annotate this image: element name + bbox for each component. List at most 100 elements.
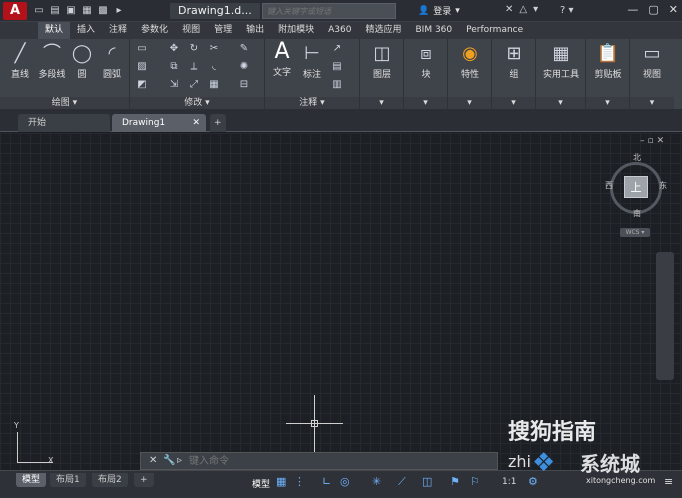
grid-icon[interactable]: ▦ — [276, 475, 286, 488]
markup-icon[interactable]: ▥ — [331, 79, 343, 91]
line-tool[interactable]: ╱ 直线 — [6, 43, 34, 80]
viewport-controls[interactable]: –▫✕ — [640, 136, 667, 146]
auto-scale-icon[interactable]: ⚐ — [470, 475, 480, 488]
offset-icon[interactable]: ⊟ — [238, 79, 250, 91]
draw-panel-title[interactable]: 绘图 ▾ — [0, 97, 129, 109]
tab-drawing1[interactable]: Drawing1 ✕ — [112, 114, 206, 132]
move-icon[interactable]: ✥ — [168, 43, 180, 55]
new-file-icon[interactable]: ▭ — [32, 4, 46, 17]
tab-parametric[interactable]: 参数化 — [134, 22, 175, 39]
erase-icon[interactable]: ✎ — [238, 43, 250, 55]
layers-tool[interactable]: ◫ 图层 — [364, 43, 400, 80]
layers-expand-icon[interactable]: ▾ — [360, 97, 403, 109]
properties-tool[interactable]: ◉ 特性 — [452, 43, 488, 80]
explode-icon[interactable]: ✺ — [238, 61, 250, 73]
view-panel[interactable]: ▭ 视图 ▾ — [630, 39, 674, 110]
save-icon[interactable]: ▣ — [64, 4, 78, 17]
clipboard-tool[interactable]: 📋 剪贴板 — [588, 43, 628, 80]
fillet-icon[interactable]: ◟ — [208, 61, 220, 73]
navigation-bar[interactable] — [656, 252, 674, 380]
stretch-icon[interactable]: ⇲ — [168, 79, 180, 91]
mirror-icon[interactable]: ⟂ — [188, 61, 200, 73]
tab-insert[interactable]: 插入 — [70, 22, 102, 39]
new-tab-button[interactable]: + — [210, 114, 226, 132]
rotate-icon[interactable]: ↻ — [188, 43, 200, 55]
open-folder-icon[interactable]: ▤ — [48, 4, 62, 17]
wcs-menu[interactable]: WCS ▾ — [620, 228, 650, 237]
tab-manage[interactable]: 管理 — [207, 22, 239, 39]
block-tool[interactable]: ⧈ 块 — [408, 43, 444, 80]
help-button[interactable]: ? ▾ — [560, 3, 586, 19]
dimension-tool[interactable]: ⊢ 标注 — [299, 43, 325, 80]
a360-icon[interactable]: △ — [519, 4, 527, 15]
transparency-icon[interactable]: ◫ — [422, 475, 432, 488]
customize-menu-icon[interactable]: ≡ — [664, 475, 673, 488]
snap-icon[interactable]: ⋮ — [294, 475, 305, 488]
utilities-tool[interactable]: ▦ 实用工具 — [538, 43, 584, 80]
search-input[interactable] — [262, 3, 396, 19]
autocad-logo-button[interactable]: A — [3, 2, 27, 20]
table-icon[interactable]: ▤ — [331, 61, 343, 73]
properties-expand-icon[interactable]: ▾ — [448, 97, 491, 109]
close-icon[interactable]: ✕ — [669, 3, 678, 16]
command-prompt-icon[interactable]: ▹ — [177, 455, 182, 466]
hatch-icon[interactable]: ▨ — [136, 61, 148, 73]
osnap-icon[interactable]: ✳ — [372, 475, 381, 488]
properties-panel[interactable]: ◉ 特性 ▾ — [448, 39, 492, 110]
add-layout-button[interactable]: + — [134, 473, 154, 487]
more-icon[interactable]: ▸ — [112, 4, 126, 17]
clipboard-panel[interactable]: 📋 剪贴板 ▾ — [586, 39, 630, 110]
compass-north[interactable]: 北 — [633, 152, 641, 163]
tab-start[interactable]: 开始 — [18, 114, 110, 132]
rectangle-icon[interactable]: ▭ — [136, 43, 148, 55]
arc-tool[interactable]: ◜ 圆弧 — [98, 43, 126, 80]
tab-a360[interactable]: A360 — [321, 22, 358, 39]
tab-default[interactable]: 默认 — [38, 22, 71, 39]
tab-bim360[interactable]: BIM 360 — [408, 22, 459, 39]
leader-icon[interactable]: ↗ — [331, 43, 343, 55]
login-area[interactable]: 👤 登录 ▾ — [418, 4, 460, 18]
command-input[interactable] — [189, 454, 489, 468]
layout-tab-layout2[interactable]: 布局2 — [92, 473, 128, 487]
view-expand-icon[interactable]: ▾ — [630, 97, 674, 109]
layout-tab-layout1[interactable]: 布局1 — [50, 473, 86, 487]
block-expand-icon[interactable]: ▾ — [404, 97, 447, 109]
compass-west[interactable]: 西 — [605, 180, 613, 191]
layers-panel[interactable]: ◫ 图层 ▾ — [360, 39, 404, 110]
close-command-icon[interactable]: ✕ — [149, 455, 157, 466]
clipboard-expand-icon[interactable]: ▾ — [586, 97, 629, 109]
viewcube-top-face[interactable]: 上 — [624, 176, 648, 198]
annotation-visibility-icon[interactable]: ⚑ — [450, 475, 460, 488]
tab-view[interactable]: 视图 — [175, 22, 207, 39]
close-tab-icon[interactable]: ✕ — [192, 114, 200, 132]
maximize-icon[interactable]: ▢ — [648, 3, 658, 16]
tab-output[interactable]: 输出 — [239, 22, 271, 39]
minimize-icon[interactable]: — — [627, 3, 638, 16]
utilities-expand-icon[interactable]: ▾ — [536, 97, 585, 109]
viewcube[interactable]: 上 北 南 东 西 — [605, 152, 667, 222]
save-as-icon[interactable]: ▦ — [80, 4, 94, 17]
circle-tool[interactable]: ◯ 圆 — [70, 43, 94, 80]
array-icon[interactable]: ▦ — [208, 79, 220, 91]
polar-icon[interactable]: ◎ — [340, 475, 350, 488]
ortho-icon[interactable]: ∟ — [322, 475, 331, 488]
tab-performance[interactable]: Performance — [459, 22, 530, 39]
exchange-icon[interactable]: ✕ — [505, 4, 513, 15]
dropdown-icon[interactable]: ▾ — [533, 4, 538, 15]
annotation-scale[interactable]: 1:1 — [502, 477, 516, 487]
group-expand-icon[interactable]: ▾ — [492, 97, 535, 109]
tab-annotate[interactable]: 注释 — [102, 22, 134, 39]
gradient-icon[interactable]: ◩ — [136, 79, 148, 91]
text-tool[interactable]: A 文字 — [269, 41, 295, 79]
trim-icon[interactable]: ✂ — [208, 43, 220, 55]
lineweight-icon[interactable]: ⟋ — [398, 475, 406, 489]
modify-panel-title[interactable]: 修改 ▾ — [130, 97, 264, 109]
compass-south[interactable]: 南 — [633, 208, 641, 219]
tab-featured-apps[interactable]: 精选应用 — [358, 22, 408, 39]
copy-icon[interactable]: ⧉ — [168, 61, 180, 73]
annotate-panel-title[interactable]: 注释 ▾ — [265, 97, 359, 109]
utilities-panel[interactable]: ▦ 实用工具 ▾ — [536, 39, 586, 110]
model-space-button[interactable]: 模型 — [252, 477, 270, 490]
compass-east[interactable]: 东 — [659, 180, 667, 191]
polyline-tool[interactable]: ⌒ 多段线 — [36, 43, 68, 80]
